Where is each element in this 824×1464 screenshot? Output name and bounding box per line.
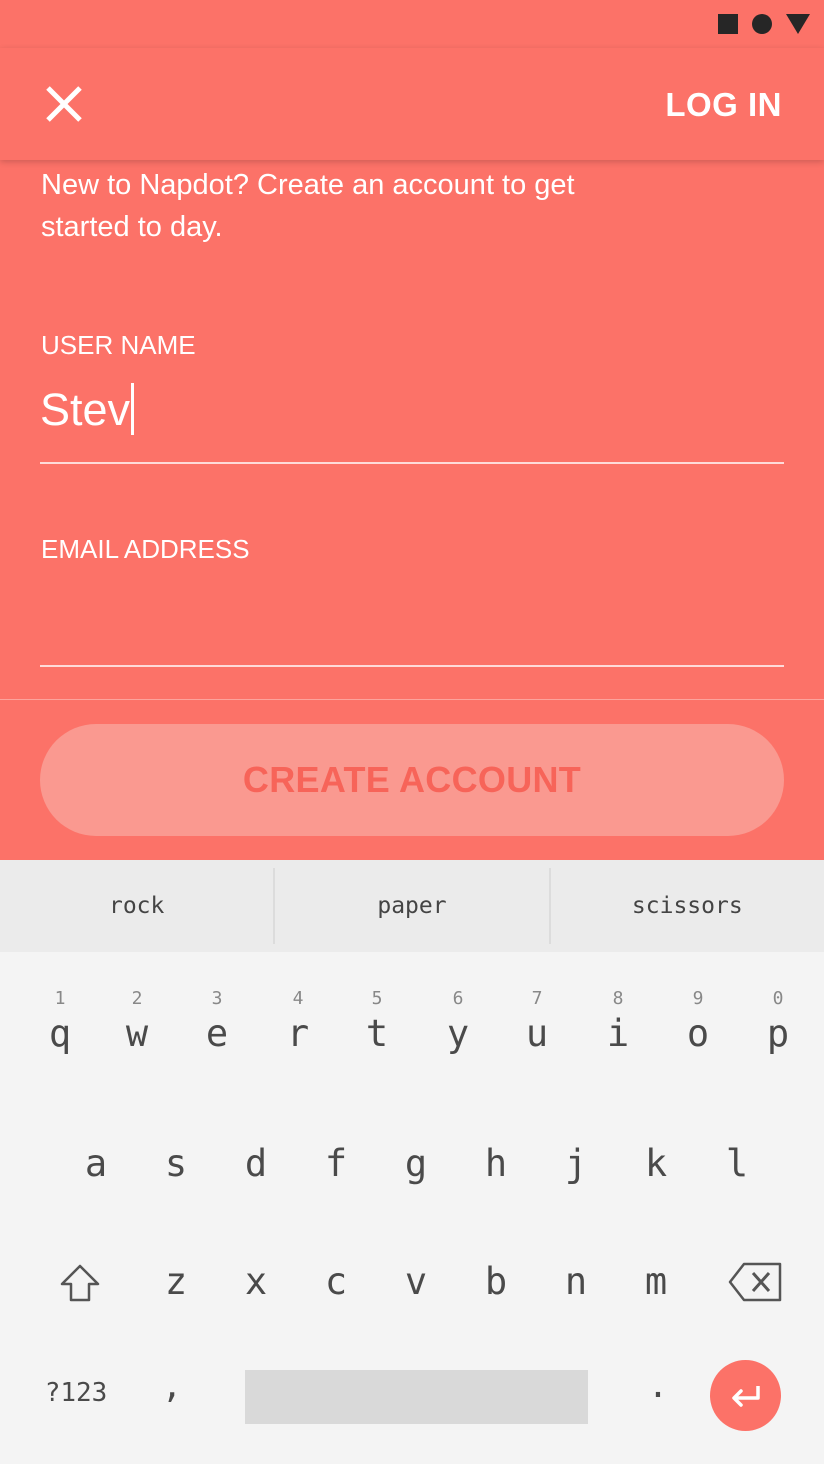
close-icon[interactable] bbox=[36, 76, 92, 132]
email-field[interactable] bbox=[40, 586, 784, 656]
key-number: 7 bbox=[531, 988, 543, 1009]
key-number: 2 bbox=[131, 988, 143, 1009]
key-letter: u bbox=[525, 1012, 549, 1055]
key-i[interactable]: 8i bbox=[578, 988, 658, 1055]
symbols-label: ?123 bbox=[44, 1378, 108, 1408]
key-u[interactable]: 7u bbox=[497, 988, 577, 1055]
email-label: EMAIL ADDRESS bbox=[41, 534, 250, 564]
key-q[interactable]: 1q bbox=[20, 988, 100, 1055]
key-letter: b bbox=[484, 1260, 508, 1303]
spacebar[interactable] bbox=[245, 1370, 588, 1424]
key-b[interactable]: b bbox=[456, 1260, 536, 1303]
app-bar: LOG IN bbox=[0, 48, 824, 160]
key-number: 6 bbox=[452, 988, 464, 1009]
key-letter: c bbox=[324, 1260, 348, 1303]
key-g[interactable]: g bbox=[376, 1142, 456, 1185]
login-button[interactable]: LOG IN bbox=[665, 86, 782, 124]
key-letter: l bbox=[725, 1142, 749, 1185]
key-j[interactable]: j bbox=[536, 1142, 616, 1185]
symbols-key[interactable]: ?123 bbox=[36, 1378, 116, 1408]
key-r[interactable]: 4r bbox=[258, 988, 338, 1055]
key-s[interactable]: s bbox=[136, 1142, 216, 1185]
period-label: . bbox=[647, 1366, 669, 1406]
key-w[interactable]: 2w bbox=[97, 988, 177, 1055]
key-letter: r bbox=[286, 1012, 310, 1055]
key-letter: m bbox=[644, 1260, 668, 1303]
create-account-button[interactable]: CREATE ACCOUNT bbox=[40, 724, 784, 836]
key-c[interactable]: c bbox=[296, 1260, 376, 1303]
key-number: 0 bbox=[772, 988, 784, 1009]
comma-key[interactable]: , bbox=[132, 1366, 212, 1406]
key-letter: k bbox=[644, 1142, 668, 1185]
key-e[interactable]: 3e bbox=[177, 988, 257, 1055]
username-field[interactable]: Stev bbox=[40, 382, 135, 438]
signup-screen: LOG IN New to Napdot? Create an account … bbox=[0, 0, 824, 860]
suggestion-paper[interactable]: paper bbox=[273, 868, 548, 944]
square-icon bbox=[718, 14, 738, 34]
key-d[interactable]: d bbox=[216, 1142, 296, 1185]
suggestion-strip: rock paper scissors bbox=[0, 860, 824, 952]
key-letter: q bbox=[48, 1012, 72, 1055]
key-letter: t bbox=[365, 1012, 389, 1055]
key-letter: n bbox=[564, 1260, 588, 1303]
key-letter: e bbox=[205, 1012, 229, 1055]
intro-text: New to Napdot? Create an account to get … bbox=[41, 169, 575, 243]
username-label: USER NAME bbox=[41, 330, 196, 360]
key-x[interactable]: x bbox=[216, 1260, 296, 1303]
key-number: 9 bbox=[692, 988, 704, 1009]
shift-icon[interactable] bbox=[40, 1258, 120, 1308]
key-v[interactable]: v bbox=[376, 1260, 456, 1303]
key-letter: j bbox=[564, 1142, 588, 1185]
key-letter: p bbox=[766, 1012, 790, 1055]
backspace-icon[interactable] bbox=[716, 1258, 796, 1308]
key-letter: y bbox=[446, 1012, 470, 1055]
key-n[interactable]: n bbox=[536, 1260, 616, 1303]
key-letter: h bbox=[484, 1142, 508, 1185]
period-key[interactable]: . bbox=[618, 1366, 698, 1406]
key-t[interactable]: 5t bbox=[337, 988, 417, 1055]
email-underline bbox=[40, 665, 784, 667]
key-letter: i bbox=[606, 1012, 630, 1055]
key-z[interactable]: z bbox=[136, 1260, 216, 1303]
key-letter: w bbox=[125, 1012, 149, 1055]
key-letter: s bbox=[164, 1142, 188, 1185]
key-letter: x bbox=[244, 1260, 268, 1303]
key-o[interactable]: 9o bbox=[658, 988, 738, 1055]
key-h[interactable]: h bbox=[456, 1142, 536, 1185]
status-bar bbox=[718, 14, 810, 34]
triangle-icon bbox=[786, 14, 810, 34]
key-number: 4 bbox=[292, 988, 304, 1009]
divider bbox=[0, 699, 824, 700]
key-number: 1 bbox=[54, 988, 66, 1009]
key-a[interactable]: a bbox=[56, 1142, 136, 1185]
suggestion-rock[interactable]: rock bbox=[0, 860, 273, 952]
key-letter: z bbox=[164, 1260, 188, 1303]
key-number: 5 bbox=[371, 988, 383, 1009]
circle-icon bbox=[752, 14, 772, 34]
comma-label: , bbox=[161, 1366, 183, 1406]
key-y[interactable]: 6y bbox=[418, 988, 498, 1055]
key-letter: a bbox=[84, 1142, 108, 1185]
key-letter: v bbox=[404, 1260, 428, 1303]
key-number: 8 bbox=[612, 988, 624, 1009]
key-number: 3 bbox=[211, 988, 223, 1009]
text-cursor bbox=[131, 383, 135, 435]
key-k[interactable]: k bbox=[616, 1142, 696, 1185]
key-m[interactable]: m bbox=[616, 1260, 696, 1303]
enter-icon[interactable] bbox=[710, 1360, 781, 1431]
key-letter: d bbox=[244, 1142, 268, 1185]
username-value: Stev bbox=[40, 384, 131, 435]
suggestion-scissors[interactable]: scissors bbox=[548, 868, 824, 944]
key-letter: f bbox=[324, 1142, 348, 1185]
key-p[interactable]: 0p bbox=[738, 988, 818, 1055]
key-l[interactable]: l bbox=[697, 1142, 777, 1185]
key-letter: g bbox=[404, 1142, 428, 1185]
key-letter: o bbox=[686, 1012, 710, 1055]
username-underline bbox=[40, 462, 784, 464]
key-f[interactable]: f bbox=[296, 1142, 376, 1185]
keyboard: 1q 2w 3e 4r 5t 6y 7u 8i 9o 0p a s d f g … bbox=[0, 952, 824, 1464]
